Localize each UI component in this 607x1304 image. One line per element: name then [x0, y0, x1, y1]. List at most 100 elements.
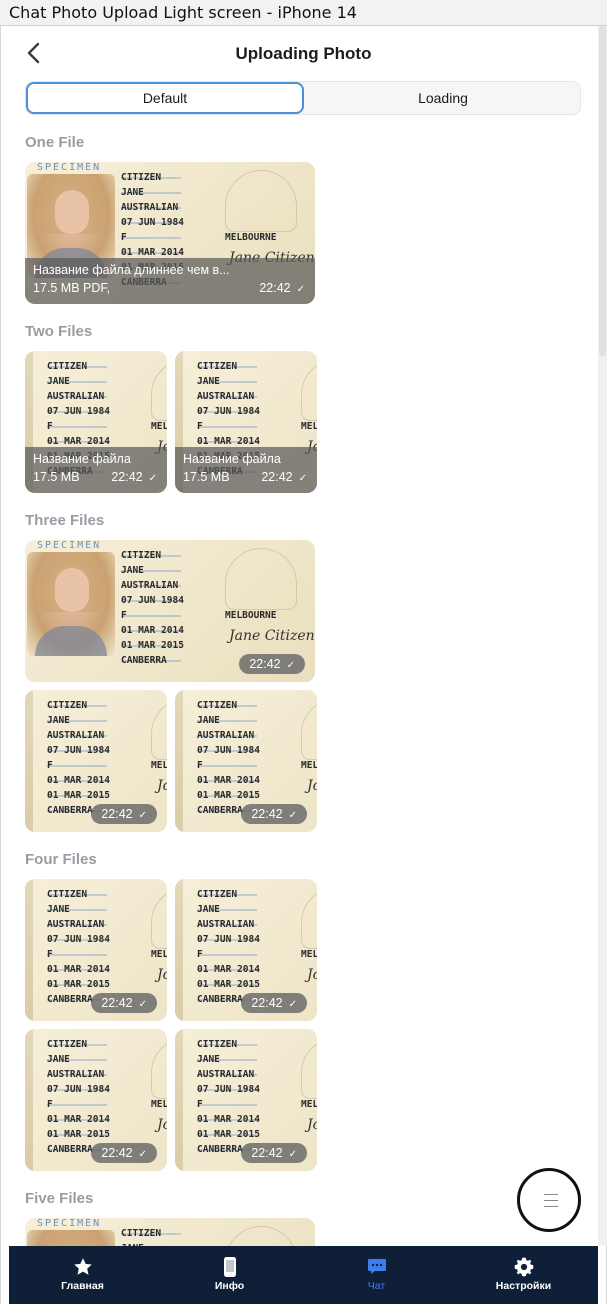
scrollbar-thumb[interactable]	[599, 26, 606, 356]
section-title-two-files: Two Files	[25, 323, 93, 340]
card-place: MELBOURNE	[225, 232, 277, 243]
card-field-sex: F	[197, 421, 203, 432]
tab-home[interactable]: Главная	[9, 1246, 156, 1304]
file-info-overlay: Название файла 17.5 MB 22:42 ✓	[175, 447, 317, 493]
star-icon	[73, 1258, 92, 1275]
file-name: Название файла	[183, 452, 281, 466]
message-time: 22:42 ✓	[261, 470, 307, 484]
card-field-dob: 07 JUN 1984	[47, 406, 110, 417]
card-field-surname: CITIZEN	[47, 361, 88, 372]
hologram-sketch	[301, 887, 317, 949]
card-field-expiry: 01 MAR 2015	[47, 790, 110, 801]
card-edge	[25, 690, 33, 832]
card-field-sex: F	[121, 232, 127, 243]
card-fields: CITIZEN JANE AUSTRALIAN 07 JUN 1984 F 01 MAR …	[197, 887, 260, 1007]
card-place: MELBOURNE	[225, 610, 277, 621]
card-field-given: JANE	[47, 376, 70, 387]
check-icon: ✓	[296, 284, 305, 295]
card-field-given: JANE	[197, 715, 220, 726]
card-field-nationality: AUSTRALIAN	[197, 730, 255, 741]
photo-message-four-4[interactable]: CITIZEN JANE AUSTRALIAN 07 JUN 1984 F 01 MAR …	[175, 1029, 317, 1171]
card-field-surname: CITIZEN	[121, 1228, 162, 1239]
card-field-given: JANE	[121, 565, 144, 576]
tab-chat[interactable]: Чат	[303, 1246, 450, 1304]
time-badge: 22:42 ✓	[241, 1143, 307, 1163]
check-icon: ✓	[138, 810, 147, 821]
card-signature: Jo	[157, 778, 167, 794]
navigation-bar: Uploading Photo	[9, 26, 598, 80]
section-title-one-file: One File	[25, 134, 85, 151]
card-field-sex: F	[121, 610, 127, 621]
photo-message-four-1[interactable]: CITIZEN JANE AUSTRALIAN 07 JUN 1984 F 01 MAR …	[25, 879, 167, 1021]
photo-message-three-3[interactable]: CITIZEN JANE AUSTRALIAN 07 JUN 1984 F 01 MAR …	[175, 690, 317, 832]
holder-face	[55, 568, 89, 612]
card-field-sex: F	[47, 421, 53, 432]
file-info-overlay: Название файла длиннее чем в... 17.5 MB …	[25, 258, 315, 304]
tab-label: Главная	[61, 1280, 104, 1292]
card-field-issued: 01 MAR 2014	[121, 625, 184, 636]
card-field-issued: 01 MAR 2014	[197, 964, 260, 975]
check-icon: ✓	[138, 1149, 147, 1160]
card-place: MEL	[301, 1099, 317, 1110]
photo-message-two-1[interactable]: CITIZEN JANE AUSTRALIAN 07 JUN 1984 F 01 MAR …	[25, 351, 167, 493]
tab-settings[interactable]: Настройки	[450, 1246, 597, 1304]
gear-icon	[514, 1257, 533, 1277]
card-field-issued: 01 MAR 2014	[47, 1114, 110, 1125]
photo-message-four-2[interactable]: CITIZEN JANE AUSTRALIAN 07 JUN 1984 F 01 MAR …	[175, 879, 317, 1021]
chat-icon	[367, 1259, 386, 1274]
specimen-label: SPECIMEN	[37, 1218, 102, 1229]
card-field-dob: 07 JUN 1984	[47, 1084, 110, 1095]
card-signature: Jo	[157, 1117, 167, 1133]
phone-icon	[223, 1257, 236, 1277]
card-field-dob: 07 JUN 1984	[197, 934, 260, 945]
card-field-nationality: AUSTRALIAN	[47, 391, 105, 402]
card-field-nationality: AUSTRALIAN	[47, 1069, 105, 1080]
photo-message-four-3[interactable]: CITIZEN JANE AUSTRALIAN 07 JUN 1984 F 01 MAR …	[25, 1029, 167, 1171]
card-field-surname: CITIZEN	[197, 889, 238, 900]
card-field-dob: 07 JUN 1984	[197, 406, 260, 417]
card-place: MEL	[301, 760, 317, 771]
card-field-sex: F	[197, 949, 203, 960]
card-field-dob: 07 JUN 1984	[197, 745, 260, 756]
check-icon: ✓	[298, 473, 307, 484]
time-badge: 22:42 ✓	[91, 993, 157, 1013]
card-fields: CITIZEN JANE AUSTRALIAN 07 JUN 1984 F 01 MAR …	[121, 548, 184, 668]
card-signature: Jo	[307, 967, 317, 983]
card-fields: CITIZEN JANE AUSTRALIAN 07 JUN 1984 F 01 MAR …	[47, 887, 110, 1007]
hologram-sketch	[151, 359, 167, 421]
card-signature: Jo	[307, 778, 317, 794]
holder-face	[55, 190, 89, 234]
specimen-label: SPECIMEN	[37, 162, 102, 173]
card-signature: Jo	[157, 967, 167, 983]
tab-bar: Главная Инфо Чат Настройки	[9, 1246, 598, 1304]
card-field-surname: CITIZEN	[47, 1039, 88, 1050]
check-icon: ✓	[148, 473, 157, 484]
card-field-dob: 07 JUN 1984	[197, 1084, 260, 1095]
card-place: MEL	[151, 421, 167, 432]
segment-loading[interactable]: Loading	[304, 82, 582, 114]
menu-button[interactable]	[517, 1168, 581, 1232]
scrollbar[interactable]	[598, 26, 607, 1246]
photo-message-three-1[interactable]: SPECIMEN CITIZEN JANE AUSTRALIAN 07 JUN 1984…	[25, 540, 315, 682]
photo-message-one-file[interactable]: SPECIMEN CITIZEN JANE AUSTRALIAN 07 JUN 1984…	[25, 162, 315, 304]
phone-screen: Uploading Photo Default Loading One File…	[9, 26, 598, 1304]
photo-message-two-2[interactable]: CITIZEN JANE AUSTRALIAN 07 JUN 1984 F 01 MAR …	[175, 351, 317, 493]
tab-info[interactable]: Инфо	[156, 1246, 303, 1304]
segment-default[interactable]: Default	[26, 82, 304, 114]
section-title-three-files: Three Files	[25, 512, 105, 529]
photo-message-three-2[interactable]: CITIZEN JANE AUSTRALIAN 07 JUN 1984 F 01 MAR …	[25, 690, 167, 832]
card-field-issued: 01 MAR 2014	[47, 964, 110, 975]
hologram-sketch	[151, 887, 167, 949]
card-field-surname: CITIZEN	[47, 889, 88, 900]
card-field-sex: F	[47, 949, 53, 960]
card-field-surname: CITIZEN	[47, 700, 88, 711]
card-field-given: JANE	[47, 1054, 70, 1065]
hologram-sketch	[301, 698, 317, 760]
card-fields: CITIZEN JANE AUSTRALIAN 07 JUN 1984 F 01 MAR …	[47, 698, 110, 818]
card-field-dob: 07 JUN 1984	[121, 217, 184, 228]
card-field-expiry: 01 MAR 2015	[47, 1129, 110, 1140]
time-badge: 22:42 ✓	[241, 804, 307, 824]
card-field-nationality: AUSTRALIAN	[121, 202, 179, 213]
card-place: MEL	[301, 421, 317, 432]
hologram-sketch	[301, 1037, 317, 1099]
